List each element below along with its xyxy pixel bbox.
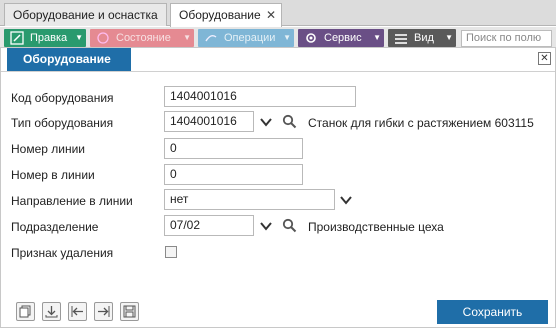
dialog-title: Оборудование — [7, 48, 131, 71]
copy-button[interactable] — [16, 302, 35, 321]
chevron-down-icon[interactable] — [339, 193, 353, 207]
type-label: Тип оборудования — [11, 116, 114, 130]
view-icon — [395, 34, 407, 44]
search-icon[interactable] — [282, 114, 297, 129]
chevron-down-icon[interactable] — [259, 115, 273, 129]
close-icon[interactable]: ✕ — [538, 52, 551, 65]
search-input[interactable]: Поиск по полю — [461, 30, 552, 47]
tab-equipment[interactable]: Оборудование ✕ — [170, 3, 282, 27]
arrow-left-icon — [71, 306, 83, 317]
direction-select[interactable]: нет — [164, 189, 335, 210]
line-number-label: Номер линии — [11, 142, 86, 156]
search-icon[interactable] — [282, 218, 297, 233]
deleted-label: Признак удаления — [11, 246, 114, 260]
type-description: Станок для гибки с растяжением 603115 — [308, 116, 534, 130]
deleted-checkbox[interactable] — [165, 246, 177, 258]
arrow-down-icon — [45, 306, 58, 318]
chevron-down-icon: ▼ — [373, 33, 381, 42]
code-label: Код оборудования — [11, 91, 114, 105]
operations-label: Операции — [224, 32, 276, 44]
arrow-right-icon — [98, 306, 110, 317]
chevron-down-icon: ▼ — [75, 33, 83, 42]
toolbar: Правка ▼ Состояние ▼ Операции ▼ Сервис ▼… — [0, 27, 556, 49]
service-label: Сервис — [324, 32, 362, 44]
operations-menu-button[interactable]: Операции ▼ — [198, 29, 294, 47]
state-label: Состояние — [116, 32, 171, 44]
direction-label: Направление в линии — [11, 194, 133, 208]
edit-icon — [10, 31, 24, 45]
close-icon[interactable]: ✕ — [266, 4, 276, 26]
divider — [1, 71, 555, 72]
service-menu-button[interactable]: Сервис ▼ — [298, 29, 384, 47]
view-menu-button[interactable]: Вид ▼ — [388, 29, 456, 47]
view-label: Вид — [414, 32, 434, 44]
floppy-icon — [123, 305, 136, 318]
type-field[interactable]: 1404001016 — [164, 111, 254, 132]
save-icon-button[interactable] — [120, 302, 139, 321]
edit-menu-button[interactable]: Правка ▼ — [4, 29, 86, 47]
copy-icon — [19, 305, 31, 318]
edit-label: Правка — [30, 32, 68, 44]
chevron-down-icon[interactable] — [259, 219, 273, 233]
state-menu-button[interactable]: Состояние ▼ — [90, 29, 194, 47]
gear-icon — [306, 33, 316, 43]
save-button[interactable]: Сохранить — [437, 300, 548, 324]
division-description: Производственные цеха — [308, 220, 444, 234]
tab-label: Оборудование и оснастка — [13, 8, 158, 22]
state-icon — [97, 32, 109, 44]
operations-icon — [205, 34, 217, 42]
number-in-line-label: Номер в линии — [11, 168, 95, 182]
code-field[interactable]: 1404001016 — [164, 86, 356, 107]
division-label: Подразделение — [11, 220, 99, 234]
equipment-dialog: Оборудование ✕ Код оборудования 14040010… — [0, 47, 556, 328]
export-button[interactable] — [94, 302, 113, 321]
download-button[interactable] — [42, 302, 61, 321]
import-button[interactable] — [68, 302, 87, 321]
chevron-down-icon: ▼ — [445, 33, 453, 42]
chevron-down-icon: ▼ — [283, 33, 291, 42]
tab-equipment-and-tooling[interactable]: Оборудование и оснастка — [4, 3, 167, 26]
number-in-line-field[interactable]: 0 — [164, 164, 303, 185]
tab-label: Оборудование — [179, 8, 261, 22]
line-number-field[interactable]: 0 — [164, 138, 303, 159]
chevron-down-icon: ▼ — [183, 33, 191, 42]
division-field[interactable]: 07/02 — [164, 215, 254, 236]
tab-bar: Оборудование и оснастка Оборудование ✕ — [0, 0, 556, 27]
